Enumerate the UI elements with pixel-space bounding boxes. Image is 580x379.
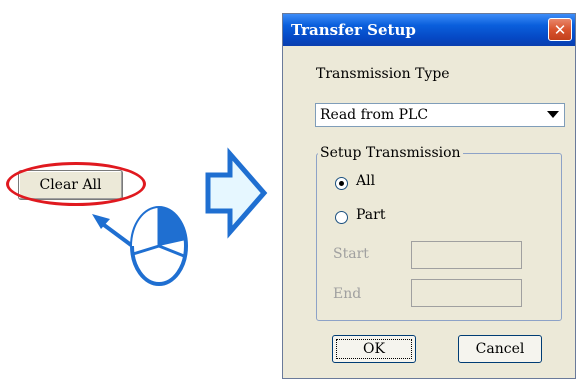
setup-transmission-legend: Setup Transmission	[318, 145, 463, 161]
ok-label: OK	[363, 341, 385, 357]
start-input[interactable]	[411, 241, 522, 269]
radio-all-label: All	[356, 173, 376, 189]
cancel-label: Cancel	[475, 341, 525, 357]
transmission-type-label: Transmission Type	[316, 66, 450, 82]
radio-selected-dot	[339, 181, 344, 186]
dropdown-arrow-icon[interactable]	[544, 106, 562, 124]
end-label: End	[333, 286, 362, 302]
dialog-title: Transfer Setup	[291, 21, 416, 39]
dialog-titlebar: Transfer Setup ✕	[283, 14, 575, 46]
start-label: Start	[333, 246, 369, 262]
radio-part-label: Part	[356, 207, 386, 223]
end-input[interactable]	[411, 279, 522, 307]
radio-part[interactable]	[335, 211, 348, 224]
close-icon[interactable]: ✕	[548, 18, 572, 41]
transmission-type-select[interactable]: Read from PLC	[315, 103, 565, 127]
transmission-type-value: Read from PLC	[320, 107, 429, 123]
mouse-click-icon	[130, 206, 188, 286]
cancel-button[interactable]: Cancel	[458, 335, 542, 363]
pointer-arrow-icon	[92, 214, 133, 247]
right-arrow-icon	[205, 147, 268, 239]
ok-button[interactable]: OK	[332, 335, 416, 363]
radio-all[interactable]	[335, 177, 348, 190]
